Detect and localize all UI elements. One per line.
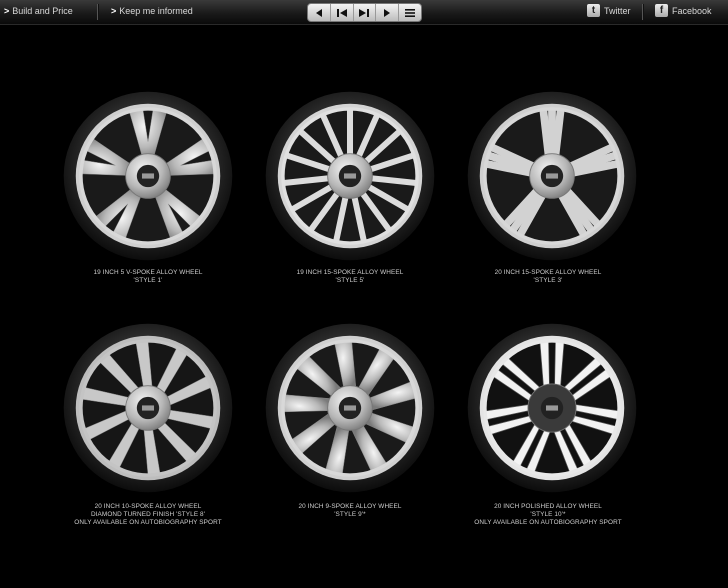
wheel-caption: 19 INCH 5 V-SPOKE ALLOY WHEEL 'STYLE 1' xyxy=(48,269,248,285)
facebook-link[interactable]: Facebook xyxy=(672,6,712,16)
menu-button[interactable] xyxy=(399,4,421,21)
skip-forward-icon xyxy=(359,8,370,17)
wheel-title: 20 INCH 15-SPOKE ALLOY WHEEL xyxy=(494,269,602,276)
wheel-title: 19 INCH 15-SPOKE ALLOY WHEEL xyxy=(296,269,404,276)
wheel-availability: ONLY AVAILABLE ON AUTOBIOGRAPHY SPORT xyxy=(474,519,622,526)
wheel-style-8-image xyxy=(63,323,233,493)
chevron-right-icon: > xyxy=(111,6,117,16)
next-arrow-icon xyxy=(384,8,391,17)
wheel-availability: ONLY AVAILABLE ON AUTOBIOGRAPHY SPORT xyxy=(74,519,222,526)
top-toolbar: > Build and Price > Keep me informed t Twi… xyxy=(0,0,728,25)
wheel-style: DIAMOND TURNED FINISH 'STYLE 8' xyxy=(90,511,206,518)
wheel-title: 20 INCH POLISHED ALLOY WHEEL xyxy=(494,503,602,510)
keep-me-informed-link[interactable]: > Keep me informed xyxy=(111,6,193,16)
twitter-link[interactable]: Twitter xyxy=(604,6,631,16)
wheel-caption: 20 INCH 15-SPOKE ALLOY WHEEL 'STYLE 3' xyxy=(448,269,648,285)
wheel-style-5-image xyxy=(265,91,435,261)
wheel-title: 20 INCH 10-SPOKE ALLOY WHEEL xyxy=(94,503,202,510)
chevron-right-icon: > xyxy=(4,6,10,16)
wheel-style-9-image xyxy=(265,323,435,493)
prev-page-button[interactable] xyxy=(308,4,331,21)
wheel-title: 20 INCH 9-SPOKE ALLOY WHEEL xyxy=(298,503,402,510)
twitter-icon[interactable]: t xyxy=(587,4,600,17)
build-and-price-link[interactable]: > Build and Price xyxy=(4,6,73,16)
next-page-button[interactable] xyxy=(376,4,400,21)
wheel-style-3-image xyxy=(467,91,637,261)
wheel-style: 'STYLE 5' xyxy=(335,277,365,284)
wheel-style: 'STYLE 1' xyxy=(133,277,163,284)
divider xyxy=(97,4,98,20)
skip-back-icon xyxy=(336,8,347,17)
wheel-style: 'STYLE 10'* xyxy=(530,511,566,518)
wheel-caption: 20 INCH 10-SPOKE ALLOY WHEEL DIAMOND TUR… xyxy=(48,503,248,527)
menu-icon xyxy=(405,8,416,17)
wheel-title: 19 INCH 5 V-SPOKE ALLOY WHEEL xyxy=(93,269,203,276)
first-page-button[interactable] xyxy=(331,4,354,21)
wheel-caption: 19 INCH 15-SPOKE ALLOY WHEEL 'STYLE 5' xyxy=(250,269,450,285)
prev-arrow-icon xyxy=(315,8,322,17)
wheel-style-10-image xyxy=(467,323,637,493)
wheel-caption: 20 INCH POLISHED ALLOY WHEEL 'STYLE 10'*… xyxy=(448,503,648,527)
wheel-caption: 20 INCH 9-SPOKE ALLOY WHEEL 'STYLE 9'* xyxy=(250,503,450,519)
wheel-style: 'STYLE 3' xyxy=(533,277,563,284)
page-navigation xyxy=(307,3,422,22)
last-page-button[interactable] xyxy=(354,4,377,21)
divider xyxy=(642,4,643,20)
wheel-style: 'STYLE 9'* xyxy=(334,511,366,518)
wheel-style-1-image xyxy=(63,91,233,261)
facebook-icon[interactable]: f xyxy=(655,4,668,17)
